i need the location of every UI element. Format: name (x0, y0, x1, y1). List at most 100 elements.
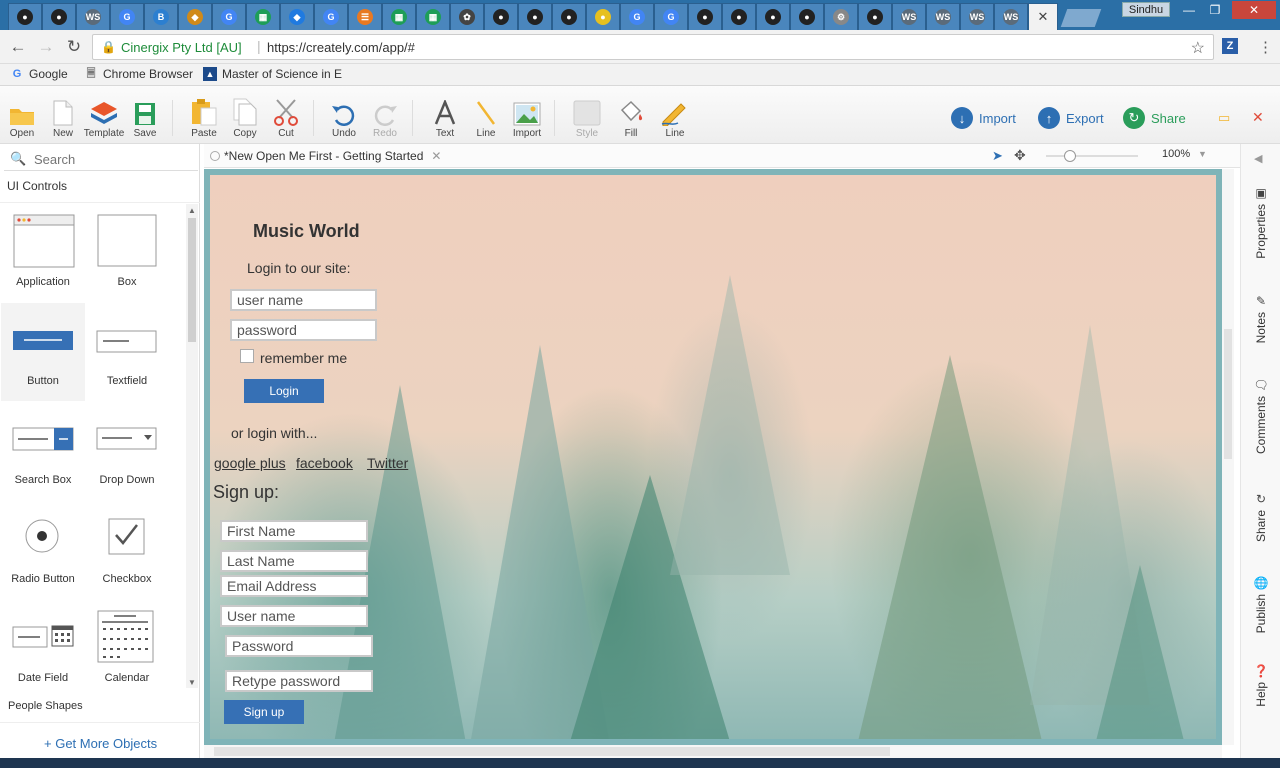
browser-tab[interactable]: G (212, 3, 246, 30)
browser-tab[interactable]: B (144, 3, 178, 30)
canvas-hscroll-thumb[interactable] (214, 747, 890, 756)
browser-tab[interactable]: WS (960, 3, 994, 30)
shape-search-input[interactable] (34, 149, 194, 169)
panel-scroll-thumb[interactable] (188, 218, 196, 342)
shape-textfield[interactable]: Textfield (85, 303, 169, 401)
mockup-twitter-link[interactable]: Twitter (367, 455, 408, 471)
mockup-google-plus-link[interactable]: google plus (214, 455, 286, 471)
browser-tab[interactable]: WS (892, 3, 926, 30)
mockup-first-name-field[interactable]: First Name (220, 520, 368, 542)
canvas-vscroll-thumb[interactable] (1224, 329, 1232, 459)
zoom-slider[interactable] (1046, 155, 1138, 157)
maximize-icon[interactable]: ❐ (1202, 1, 1228, 19)
browser-tab-active[interactable]: ✕ (1028, 3, 1058, 30)
browser-tab[interactable]: ● (484, 3, 518, 30)
text-tool-button[interactable]: Text (423, 98, 467, 139)
bookmark-chrome-browser[interactable]: 🗏 Chrome Browser (84, 67, 193, 81)
profile-button[interactable]: Sindhu (1122, 2, 1170, 17)
share-panel-button[interactable]: ↻ Share (1241, 492, 1280, 542)
mockup-password-field[interactable]: password (230, 319, 377, 341)
scroll-up-icon[interactable]: ▲ (188, 206, 196, 215)
open-button[interactable]: Open (0, 98, 44, 139)
shape-box[interactable]: Box (85, 204, 169, 302)
browser-tab[interactable]: ☰ (348, 3, 382, 30)
mockup-email-field[interactable]: Email Address (220, 575, 368, 597)
browser-tab[interactable]: WS (76, 3, 110, 30)
save-button[interactable]: Save (123, 98, 167, 139)
browser-menu-icon[interactable]: ⋮ (1258, 38, 1273, 56)
collapse-panel-icon[interactable]: ◀ (1254, 152, 1262, 165)
people-shapes-section[interactable]: People Shapes (8, 700, 83, 712)
template-button[interactable]: Template (82, 98, 126, 139)
browser-tab[interactable]: ⚙ (824, 3, 858, 30)
mockup-signup-password-field[interactable]: Password (225, 635, 373, 657)
browser-tab[interactable]: G (110, 3, 144, 30)
window-close-icon[interactable]: ✕ (1232, 1, 1276, 19)
browser-tab[interactable]: ◆ (280, 3, 314, 30)
undo-button[interactable]: Undo (322, 98, 366, 139)
browser-tab[interactable]: WS (994, 3, 1028, 30)
browser-tab[interactable]: G (654, 3, 688, 30)
line-tool-button[interactable]: Line (464, 98, 508, 139)
fullscreen-icon[interactable]: ▭ (1218, 110, 1230, 126)
browser-tab[interactable]: ● (42, 3, 76, 30)
close-app-icon[interactable]: ✕ (1252, 109, 1264, 126)
browser-tab[interactable]: ✿ (450, 3, 484, 30)
line-style-button[interactable]: Line (653, 98, 697, 139)
browser-tab[interactable]: ● (518, 3, 552, 30)
omnibox[interactable]: 🔒 Cinergix Pty Ltd [AU] | https://create… (92, 34, 1214, 60)
notes-panel-button[interactable]: ✎ Notes (1241, 294, 1280, 343)
bookmark-master-of-science[interactable]: ▲ Master of Science in E (203, 67, 342, 81)
import-button[interactable]: ↓ Import (951, 106, 1016, 130)
comments-panel-button[interactable]: 🗨 Comments (1241, 378, 1280, 454)
browser-tab[interactable]: ▦ (382, 3, 416, 30)
mockup-login-button[interactable]: Login (244, 379, 324, 403)
browser-tab[interactable]: ● (756, 3, 790, 30)
panel-scrollbar[interactable]: ▲ ▼ (186, 204, 198, 688)
publish-panel-button[interactable]: 🌐 Publish (1241, 576, 1280, 633)
browser-tab[interactable]: ● (790, 3, 824, 30)
shape-calendar[interactable]: Calendar (85, 600, 169, 686)
paste-button[interactable]: Paste (182, 98, 226, 139)
shape-button[interactable]: Button (1, 303, 85, 401)
shape-drop-down[interactable]: Drop Down (85, 402, 169, 500)
redo-button[interactable]: Redo (363, 98, 407, 139)
get-more-objects-link[interactable]: + Get More Objects (44, 736, 157, 751)
share-button[interactable]: ↻ Share (1123, 106, 1186, 130)
browser-tab[interactable]: WS (926, 3, 960, 30)
mockup-login-prompt[interactable]: Login to our site: (247, 260, 351, 276)
help-panel-button[interactable]: ❓ Help (1241, 664, 1280, 707)
browser-tab[interactable]: ● (722, 3, 756, 30)
shape-checkbox[interactable]: Checkbox (85, 501, 169, 599)
browser-tab[interactable]: G (620, 3, 654, 30)
new-tab-button[interactable] (1060, 9, 1102, 27)
shape-search-box[interactable]: Search Box (1, 402, 85, 500)
url-text[interactable]: https://creately.com/app/# (267, 40, 415, 55)
browser-tab[interactable]: ● (688, 3, 722, 30)
document-tab[interactable]: *New Open Me First - Getting Started ✕ (204, 146, 447, 166)
cut-button[interactable]: Cut (264, 98, 308, 139)
zoom-slider-knob[interactable] (1064, 150, 1076, 162)
mockup-remember-checkbox[interactable] (240, 349, 254, 363)
shape-date-field[interactable]: Date Field (1, 600, 85, 686)
zotero-extension-icon[interactable]: Z (1222, 38, 1238, 54)
browser-tab[interactable]: G (314, 3, 348, 30)
mockup-facebook-link[interactable]: facebook (296, 455, 353, 471)
browser-tab[interactable]: ▦ (416, 3, 450, 30)
browser-tab[interactable]: ● (552, 3, 586, 30)
mockup-or-login-text[interactable]: or login with... (231, 425, 317, 441)
section-title[interactable]: UI Controls (7, 179, 67, 193)
chevron-down-icon[interactable]: ▼ (1198, 149, 1207, 159)
style-button[interactable]: Style (565, 98, 609, 139)
canvas-vertical-scrollbar[interactable] (1222, 169, 1234, 745)
minimize-icon[interactable]: — (1176, 1, 1202, 19)
bookmark-google[interactable]: G Google (10, 67, 68, 81)
copy-button[interactable]: Copy (223, 98, 267, 139)
browser-tab[interactable]: ● (8, 3, 42, 30)
mockup-retype-password-field[interactable]: Retype password (225, 670, 373, 692)
shape-radio-button[interactable]: Radio Button (1, 501, 85, 599)
mockup-username-field[interactable]: user name (230, 289, 377, 311)
canvas-horizontal-scrollbar[interactable] (204, 745, 1222, 758)
browser-tab[interactable]: ● (858, 3, 892, 30)
zoom-level[interactable]: 100% (1162, 148, 1190, 160)
